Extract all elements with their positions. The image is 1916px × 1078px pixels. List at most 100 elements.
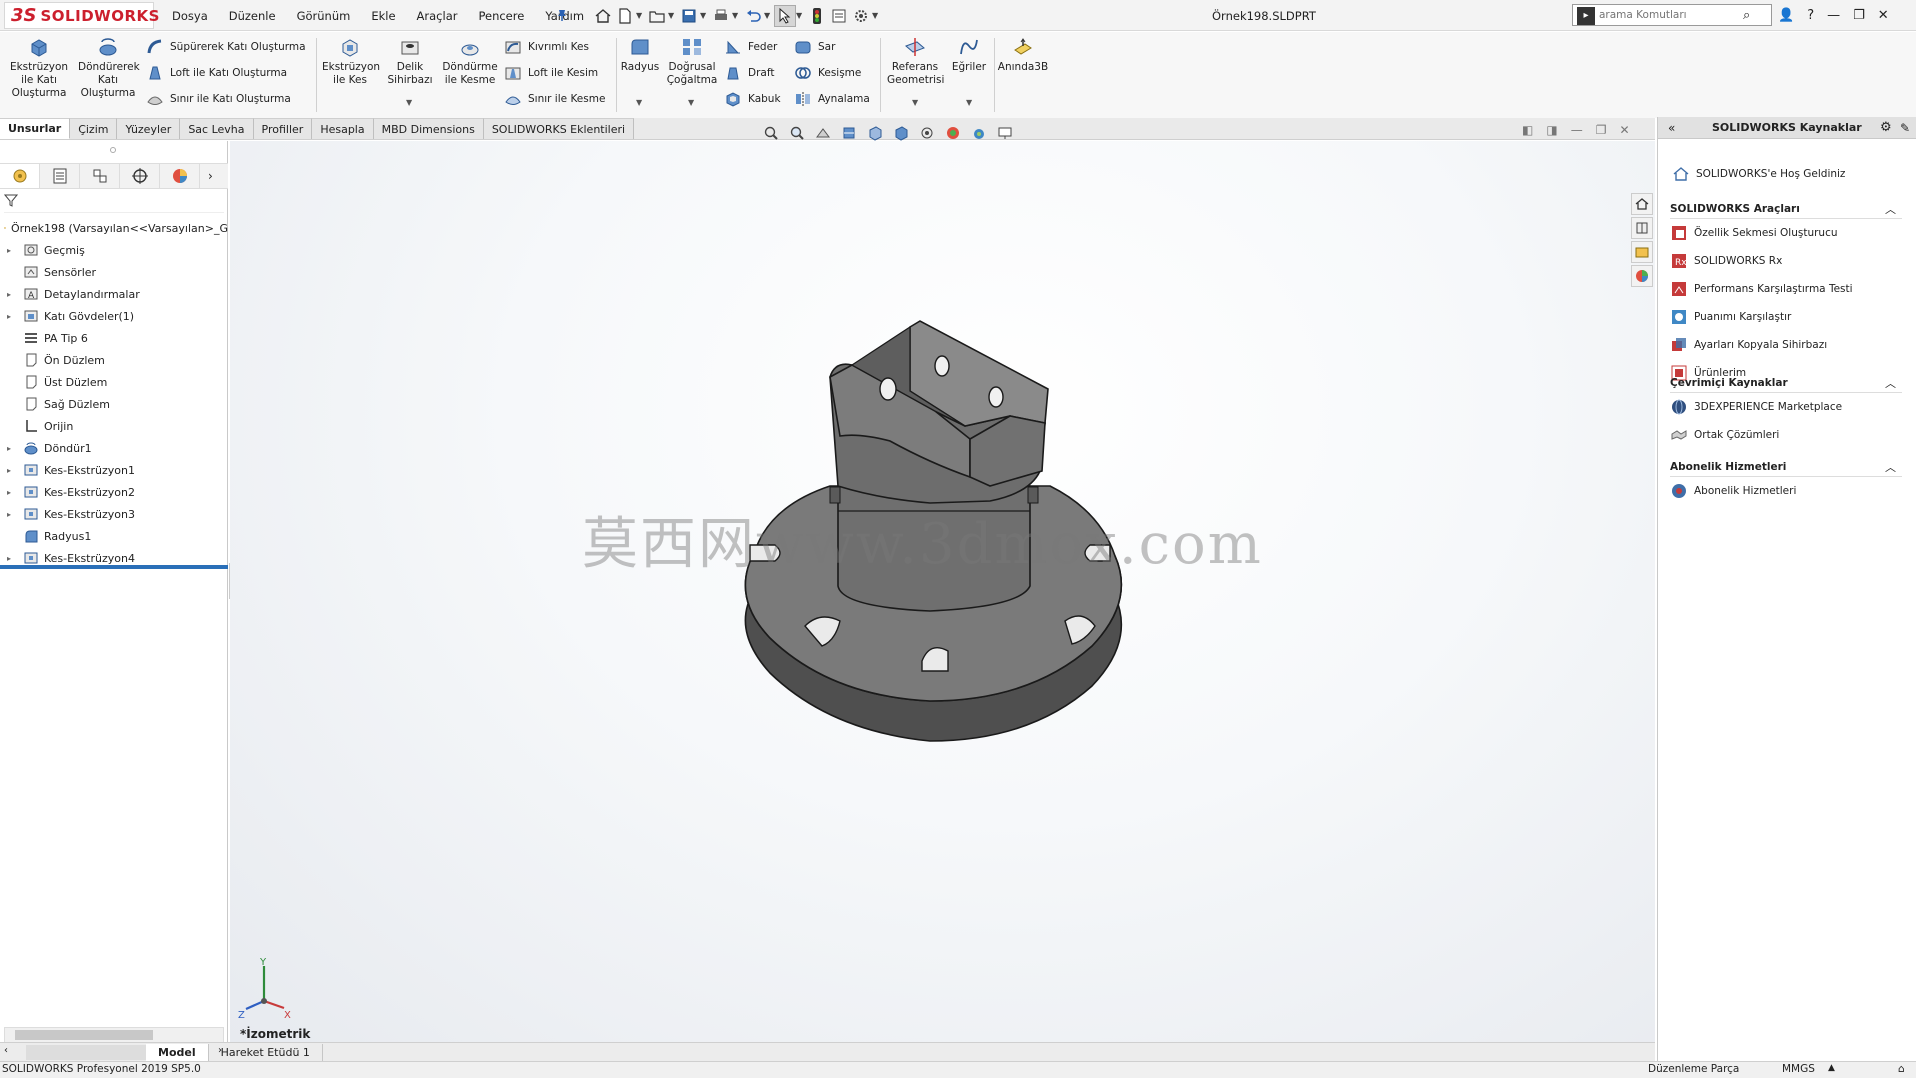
expand-arrow-icon[interactable]: ▸ [7, 290, 17, 299]
tool-performance-benchmark[interactable]: Performans Karşılaştırma Testi [1670, 275, 1902, 303]
boundary-cut-button[interactable]: Sınır ile Kesme [504, 90, 605, 108]
reference-geometry-button[interactable]: Referans Geometrisi [884, 36, 946, 87]
tree-filter[interactable] [3, 193, 224, 213]
welcome-link[interactable]: SOLIDWORKS'e Hoş Geldiniz [1672, 165, 1845, 183]
loft-boss-button[interactable]: Loft ile Katı Oluşturma [146, 64, 287, 82]
tree-node-front-plane[interactable]: Ön Düzlem [0, 349, 228, 371]
tab-navigation-buttons[interactable] [26, 1044, 146, 1060]
user-account-icon[interactable]: 👤 [1778, 8, 1794, 23]
expand-left-icon[interactable]: ◧ [1522, 123, 1533, 137]
link-subscription-services[interactable]: Abonelik Hizmetleri [1670, 477, 1902, 505]
file-properties-icon[interactable] [828, 5, 850, 27]
edit-appearance-icon[interactable] [942, 123, 964, 143]
display-style-icon[interactable] [890, 123, 912, 143]
section-header[interactable]: Çevrimiçi Kaynaklar ︿ [1670, 373, 1902, 393]
tree-node-history[interactable]: ▸ Geçmiş [0, 239, 228, 261]
collapse-chevron-icon[interactable]: ︿ [1885, 459, 1896, 475]
tab-motion-study[interactable]: Hareket Etüdü 1 [209, 1043, 323, 1061]
units-dropdown-icon[interactable]: ▲ [1828, 1063, 1835, 1073]
collapse-chevron-icon[interactable]: ︿ [1885, 201, 1896, 217]
linear-pattern-button[interactable]: Doğrusal Çoğaltma [664, 36, 720, 87]
fillet-button[interactable]: Radyus [620, 36, 660, 74]
status-units[interactable]: MMGS [1782, 1063, 1815, 1075]
undo-dropdown-icon[interactable]: ▼ [764, 11, 774, 20]
tree-node-cut-extrude2[interactable]: ▸ Kes-Ekstrüzyon2 [0, 481, 228, 503]
open-folder-icon[interactable] [646, 5, 668, 27]
tab-profiles[interactable]: Profiller [253, 118, 313, 139]
zoom-to-area-icon[interactable] [786, 123, 808, 143]
tab-evaluate[interactable]: Hesapla [312, 118, 374, 139]
design-library-icon[interactable] [1631, 217, 1653, 239]
tree-node-cut-extrude3[interactable]: ▸ Kes-Ekstrüzyon3 [0, 503, 228, 525]
pin-menu-icon[interactable] [555, 8, 569, 26]
apply-scene-icon[interactable] [968, 123, 990, 143]
graphics-area[interactable]: 莫西网www.3dmox.com Y Z X *İzometrik [230, 141, 1655, 1043]
rib-button[interactable]: Feder [724, 38, 777, 56]
dimxpert-manager-tab-icon[interactable] [120, 164, 160, 188]
view-settings-icon[interactable] [994, 123, 1016, 143]
intersect-button[interactable]: Kesişme [794, 64, 861, 82]
save-icon[interactable] [678, 5, 700, 27]
task-pane-options-gear-icon[interactable]: ⚙ [1880, 120, 1892, 135]
revolve-cut-button[interactable]: Döndürme ile Kesme [440, 36, 500, 87]
shell-button[interactable]: Kabuk [724, 90, 781, 108]
select-arrow-icon[interactable] [774, 4, 796, 27]
tree-node-solid-bodies[interactable]: ▸ Katı Gövdeler(1) [0, 305, 228, 327]
revolve-boss-button[interactable]: Döndürerek Katı Oluşturma [74, 36, 142, 100]
curves-button[interactable]: Eğriler [948, 36, 990, 74]
display-manager-tab-icon[interactable] [160, 164, 200, 188]
expand-arrow-icon[interactable]: ▸ [7, 312, 17, 321]
select-dropdown-icon[interactable]: ▼ [796, 11, 806, 20]
options-gear-icon[interactable] [850, 5, 872, 27]
tree-node-material[interactable]: PA Tip 6 [0, 327, 228, 349]
tree-node-fillet1[interactable]: Radyus1 [0, 525, 228, 547]
configuration-manager-tab-icon[interactable] [80, 164, 120, 188]
tab-features[interactable]: Unsurlar [0, 118, 71, 139]
link-partner-solutions[interactable]: Ortak Çözümleri [1670, 421, 1902, 449]
collapse-chevron-icon[interactable]: ︿ [1885, 375, 1896, 391]
view-orientation-icon[interactable] [864, 123, 886, 143]
tab-mbd-dimensions[interactable]: MBD Dimensions [373, 118, 484, 139]
expand-arrow-icon[interactable]: ▸ [7, 488, 17, 497]
viewport-minimize-icon[interactable]: — [1571, 123, 1583, 137]
print-icon[interactable] [710, 5, 732, 27]
expand-right-icon[interactable]: ◨ [1546, 123, 1557, 137]
extrude-boss-button[interactable]: Ekstrüzyon ile Katı Oluşturma [6, 36, 72, 100]
hole-wizard-button[interactable]: Delik Sihirbazı [382, 36, 438, 87]
viewport-restore-icon[interactable]: ❐ [1596, 123, 1607, 137]
section-header[interactable]: SOLIDWORKS Araçları ︿ [1670, 199, 1902, 219]
curves-dropdown-icon[interactable]: ▼ [966, 98, 972, 107]
new-document-icon[interactable] [614, 5, 636, 27]
previous-view-icon[interactable] [812, 123, 834, 143]
home-icon[interactable] [592, 5, 614, 27]
search-input[interactable] [1599, 9, 1739, 21]
appearances-scenes-icon[interactable] [1631, 265, 1653, 287]
menu-file[interactable]: Dosya [172, 9, 208, 23]
command-search-box[interactable]: ▸ ⌕ [1572, 4, 1772, 26]
expand-arrow-icon[interactable]: ▸ [7, 466, 17, 475]
mirror-button[interactable]: Aynalama [794, 90, 870, 108]
part-model-view[interactable] [230, 141, 1655, 1043]
loft-cut-button[interactable]: Loft ile Kesim [504, 64, 598, 82]
solidworks-logo[interactable]: 3S SOLIDWORKS [4, 2, 159, 29]
help-icon[interactable]: ? [1807, 8, 1814, 23]
tree-node-revolve1[interactable]: ▸ Döndür1 [0, 437, 228, 459]
collapse-pane-icon[interactable]: « [1668, 121, 1675, 135]
reference-geometry-dropdown-icon[interactable]: ▼ [912, 98, 918, 107]
section-view-icon[interactable] [838, 123, 860, 143]
options-dropdown-icon[interactable]: ▼ [872, 11, 882, 20]
draft-button[interactable]: Draft [724, 64, 774, 82]
expand-arrow-icon[interactable]: ▸ [7, 444, 17, 453]
feature-tree-tab-icon[interactable] [0, 164, 40, 188]
tab-sketch[interactable]: Çizim [70, 118, 118, 139]
print-dropdown-icon[interactable]: ▼ [732, 11, 742, 20]
tree-node-sensors[interactable]: Sensörler [0, 261, 228, 283]
search-icon[interactable]: ⌕ [1743, 8, 1750, 23]
property-manager-tab-icon[interactable] [40, 164, 80, 188]
scroll-right-arrow-icon[interactable]: › [218, 1045, 222, 1056]
open-dropdown-icon[interactable]: ▼ [668, 11, 678, 20]
menu-edit[interactable]: Düzenle [229, 9, 276, 23]
zoom-to-fit-icon[interactable] [760, 123, 782, 143]
tool-copy-settings-wizard[interactable]: Ayarları Kopyala Sihirbazı [1670, 331, 1902, 359]
menu-insert[interactable]: Ekle [371, 9, 395, 23]
